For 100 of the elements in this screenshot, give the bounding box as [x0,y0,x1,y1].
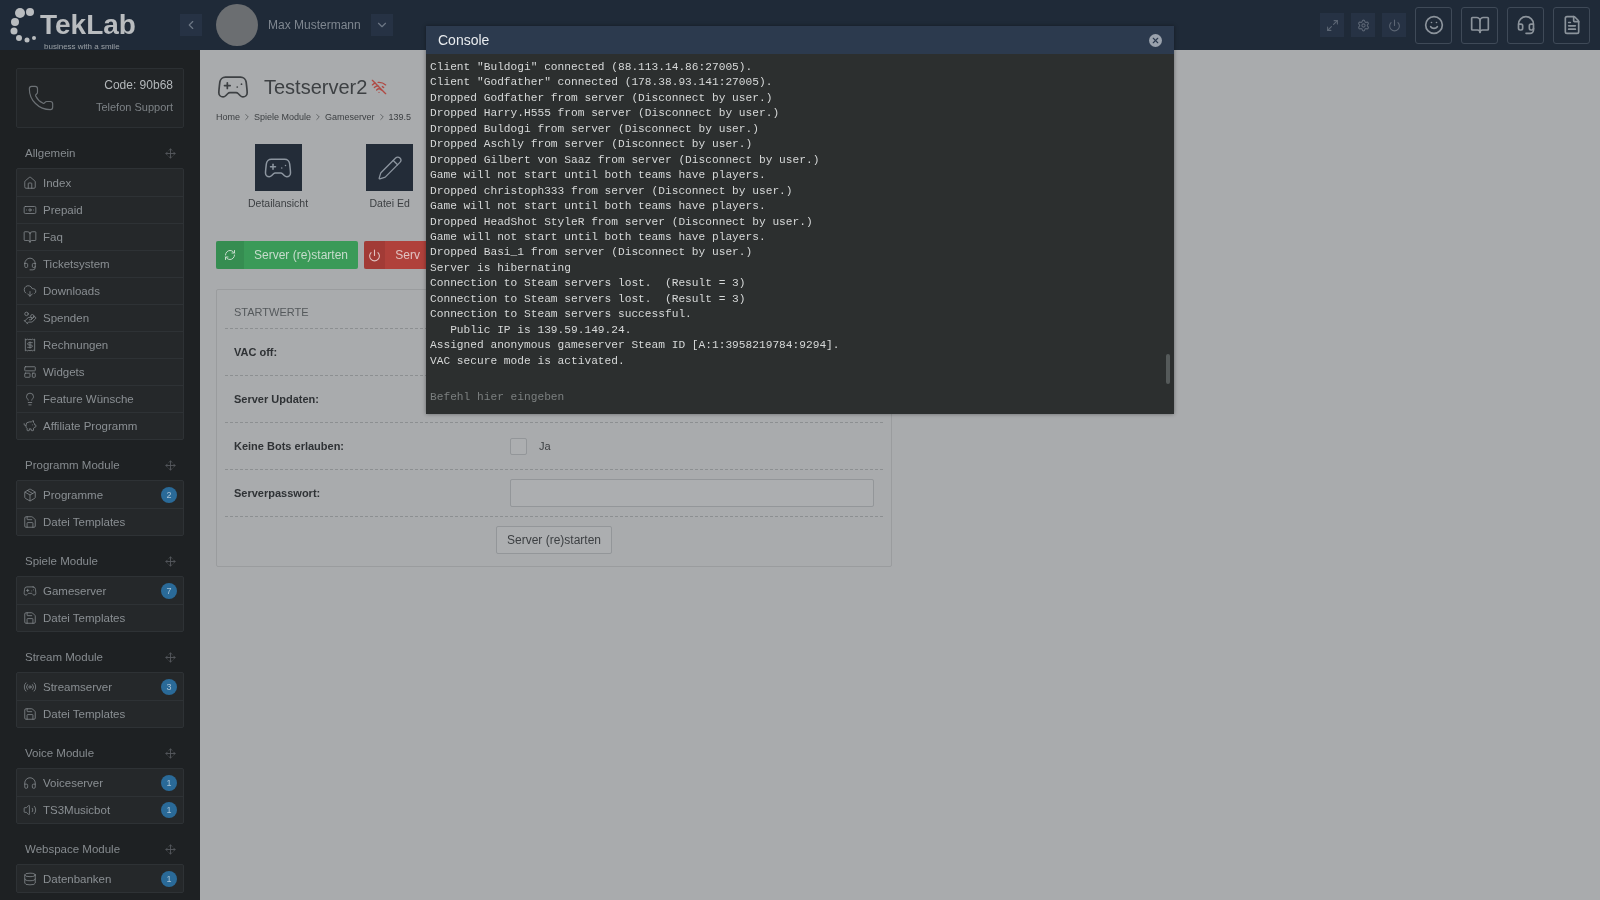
console-line: Dropped christoph333 from server (Disconnect by user.) [430,183,793,199]
support-label: Telefon Support [94,100,173,115]
console-line: Connection to Steam servers successful. [430,307,692,323]
console-line: Game will not start until both teams have players. [430,168,766,184]
command-input[interactable]: Befehl hier eingeben [430,384,1170,410]
menu-item[interactable]: Prepaid [17,196,183,223]
headphones-icon [23,775,37,790]
drag-icon[interactable] [165,843,176,855]
count-badge: 3 [161,678,177,695]
support-code: Code: 90b68 [103,78,173,92]
menu-item[interactable]: Faq [17,223,183,250]
power-icon [368,248,382,262]
scrollbar[interactable] [1166,354,1170,384]
menu-item[interactable]: Ticketsystem [17,250,183,277]
console-line: Connection to Steam servers lost. (Result = 3) [430,276,746,292]
radio-icon [23,679,37,694]
slogan: business with a smile [44,42,120,51]
console-line: Dropped HeadShot StyleR from server (Disconnect by user.) [430,214,813,230]
book-icon [1469,15,1490,35]
headset-icon [1515,15,1536,35]
user-menu-button[interactable] [370,14,393,36]
breadcrumb-link[interactable]: Gameserver [325,112,375,122]
user-name[interactable]: Max Mustermann [268,18,361,32]
document-button[interactable] [1553,6,1590,44]
menu-item[interactable]: Gameserver 7 [17,577,183,604]
book-button[interactable] [1461,6,1498,44]
breadcrumb-link[interactable]: Home [216,112,240,122]
menu-item[interactable]: Spenden [17,304,183,331]
count-badge: 1 [161,802,177,818]
menu-item[interactable]: Index [17,169,183,196]
console-line: Server is hibernating [430,260,571,276]
console-line: Dropped Buldogi from server (Disconnect by user.) [430,121,759,137]
count-badge: 7 [161,582,177,599]
menu-item[interactable]: TS3Musicbot 1 [17,796,183,823]
menu-item[interactable]: Datei Templates [17,604,183,631]
menu-item[interactable]: Widgets [17,358,183,385]
menu-item[interactable]: Datei Templates [17,508,183,535]
console-line: Client "Buldogi" connected (88.113.14.86:27005). [430,60,753,75]
mascot-button[interactable] [1415,6,1452,44]
logo-text: TekLab [40,11,136,39]
gamepad-icon [23,583,37,598]
section-title: Programm Module [25,459,120,471]
chevron-icon [242,112,252,122]
console-line: Dropped Harry.H555 from server (Disconnect by user.) [430,106,780,122]
breadcrumb-link[interactable]: 139.5 [388,112,412,122]
settings-icon[interactable] [1351,13,1375,37]
checkbox[interactable] [510,437,527,455]
page-title: Testserver2 [264,75,368,99]
count-badge: 1 [161,870,177,887]
avatar[interactable] [216,4,258,46]
restart-button[interactable]: Server (re)starten [496,526,612,554]
menu-item[interactable]: Downloads [17,277,183,304]
console-line: Dropped Aschly from server (Disconnect by user.) [430,137,753,153]
lightbulb-icon [23,392,37,406]
menu-item[interactable]: Datenbanken 1 [17,865,183,892]
hand-coins-icon [23,311,37,325]
expand-icon[interactable] [1320,13,1344,37]
speaker-icon [23,803,37,817]
menu-item[interactable]: Rechnungen [17,331,183,358]
menu-item[interactable]: Affiliate Programm [17,412,183,439]
receipt-icon [23,338,37,352]
console-line: Game will not start until both teams have players. [430,199,766,215]
breadcrumb-link[interactable]: Spiele Module [254,112,312,122]
field-label: Keine Bots erlauben: [234,440,345,452]
checkbox-label: Ja [539,440,551,452]
menu-item[interactable]: Streamserver 3 [17,673,183,700]
layout-icon [23,365,37,379]
smiley-icon [1423,15,1444,35]
drag-icon[interactable] [165,147,176,159]
close-button[interactable] [1149,33,1162,47]
menu-item[interactable]: Datei Templates [17,700,183,727]
refresh-icon [224,249,236,261]
console-line: Client "Godfather" connected (178.38.93.141:27005). [430,75,773,91]
console-line: Dropped Basi_1 from server (Disconnect by user.) [430,245,753,261]
power-icon[interactable] [1382,13,1406,37]
restart-button[interactable]: Server (re)starten [216,241,359,269]
piggy-bank-icon [23,419,37,433]
drag-icon[interactable] [165,459,176,471]
collapse-button[interactable] [180,14,202,36]
console-line: Assigned anonymous gameserver Steam ID [A:1:3958219784:9294]. [430,338,840,354]
database-icon [23,871,37,886]
dialog-title: Console [438,32,490,48]
section-title: Stream Module [25,651,103,663]
phone-icon [27,84,55,112]
section-title: Webspace Module [25,843,121,855]
drag-icon[interactable] [165,555,176,567]
menu-item[interactable]: Programme 2 [17,481,183,508]
drag-icon[interactable] [165,651,176,663]
banknote-icon [23,203,37,217]
console-line: Dropped Godfather from server (Disconnect by user.) [430,90,773,106]
menu-item[interactable]: Feature Wünsche [17,385,183,412]
menu-item[interactable]: Voiceserver 1 [17,769,183,796]
drag-icon[interactable] [165,747,176,759]
offline-icon [371,79,388,95]
password-field[interactable] [510,479,874,507]
headset-button[interactable] [1507,6,1544,44]
gear-icon [1356,18,1370,32]
section-title: Voice Module [25,747,95,759]
power-symbol-icon [1387,18,1401,32]
count-badge: 1 [161,774,177,791]
